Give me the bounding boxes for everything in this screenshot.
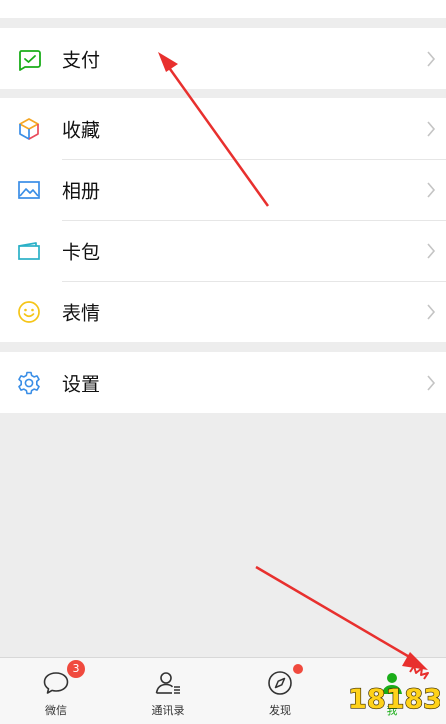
tab-contacts[interactable]: 通讯录: [112, 658, 224, 724]
menu-item-label: 收藏: [62, 119, 101, 141]
chevron-right-icon: [427, 303, 436, 320]
tab-discover[interactable]: 发现: [224, 658, 336, 724]
tab-label: 微信: [45, 704, 67, 717]
top-section-edge: [0, 0, 446, 18]
chevron-right-icon: [427, 181, 436, 198]
settings-section: 设置: [0, 352, 446, 413]
smiley-face-icon: [18, 300, 40, 323]
tab-chats[interactable]: 3 微信: [0, 658, 112, 724]
menu-item-favorites[interactable]: 收藏: [0, 98, 446, 159]
menu-item-label: 设置: [62, 373, 101, 395]
menu-item-settings[interactable]: 设置: [0, 352, 446, 413]
menu-item-label: 卡包: [62, 241, 101, 263]
tab-label: 发现: [269, 704, 291, 717]
watermark-text: 18183: [350, 684, 440, 715]
menu-item-label: 相册: [62, 180, 101, 202]
menu-item-card-wallet[interactable]: 卡包: [0, 220, 446, 281]
gear-icon: [18, 371, 40, 394]
wallet-pay-icon: [19, 49, 41, 71]
menu-item-album[interactable]: 相册: [0, 159, 446, 220]
chat-bubble-icon: [43, 672, 69, 694]
main-section: 收藏 相册 卡包 表情: [0, 98, 446, 342]
menu-item-label: 表情: [62, 302, 101, 324]
contacts-icon: [155, 672, 180, 694]
card-wallet-icon: [18, 241, 40, 260]
menu-item-stickers[interactable]: 表情: [0, 281, 446, 342]
favorites-cube-icon: [19, 117, 39, 140]
photo-album-icon: [18, 180, 40, 199]
watermark-logo: 18183: [350, 665, 440, 716]
menu-item-label: 支付: [62, 49, 101, 71]
menu-item-pay[interactable]: 支付: [0, 28, 446, 89]
chevron-right-icon: [427, 242, 436, 259]
annotation-arrow-to-me-tab: [255, 565, 419, 664]
chevron-right-icon: [427, 50, 436, 67]
tab-label: 通讯录: [151, 704, 185, 717]
pay-section: 支付: [0, 28, 446, 89]
compass-icon: [268, 671, 292, 695]
notification-dot: [293, 664, 303, 674]
chevron-right-icon: [427, 374, 436, 391]
chevron-right-icon: [427, 120, 436, 137]
unread-badge: 3: [67, 660, 85, 678]
